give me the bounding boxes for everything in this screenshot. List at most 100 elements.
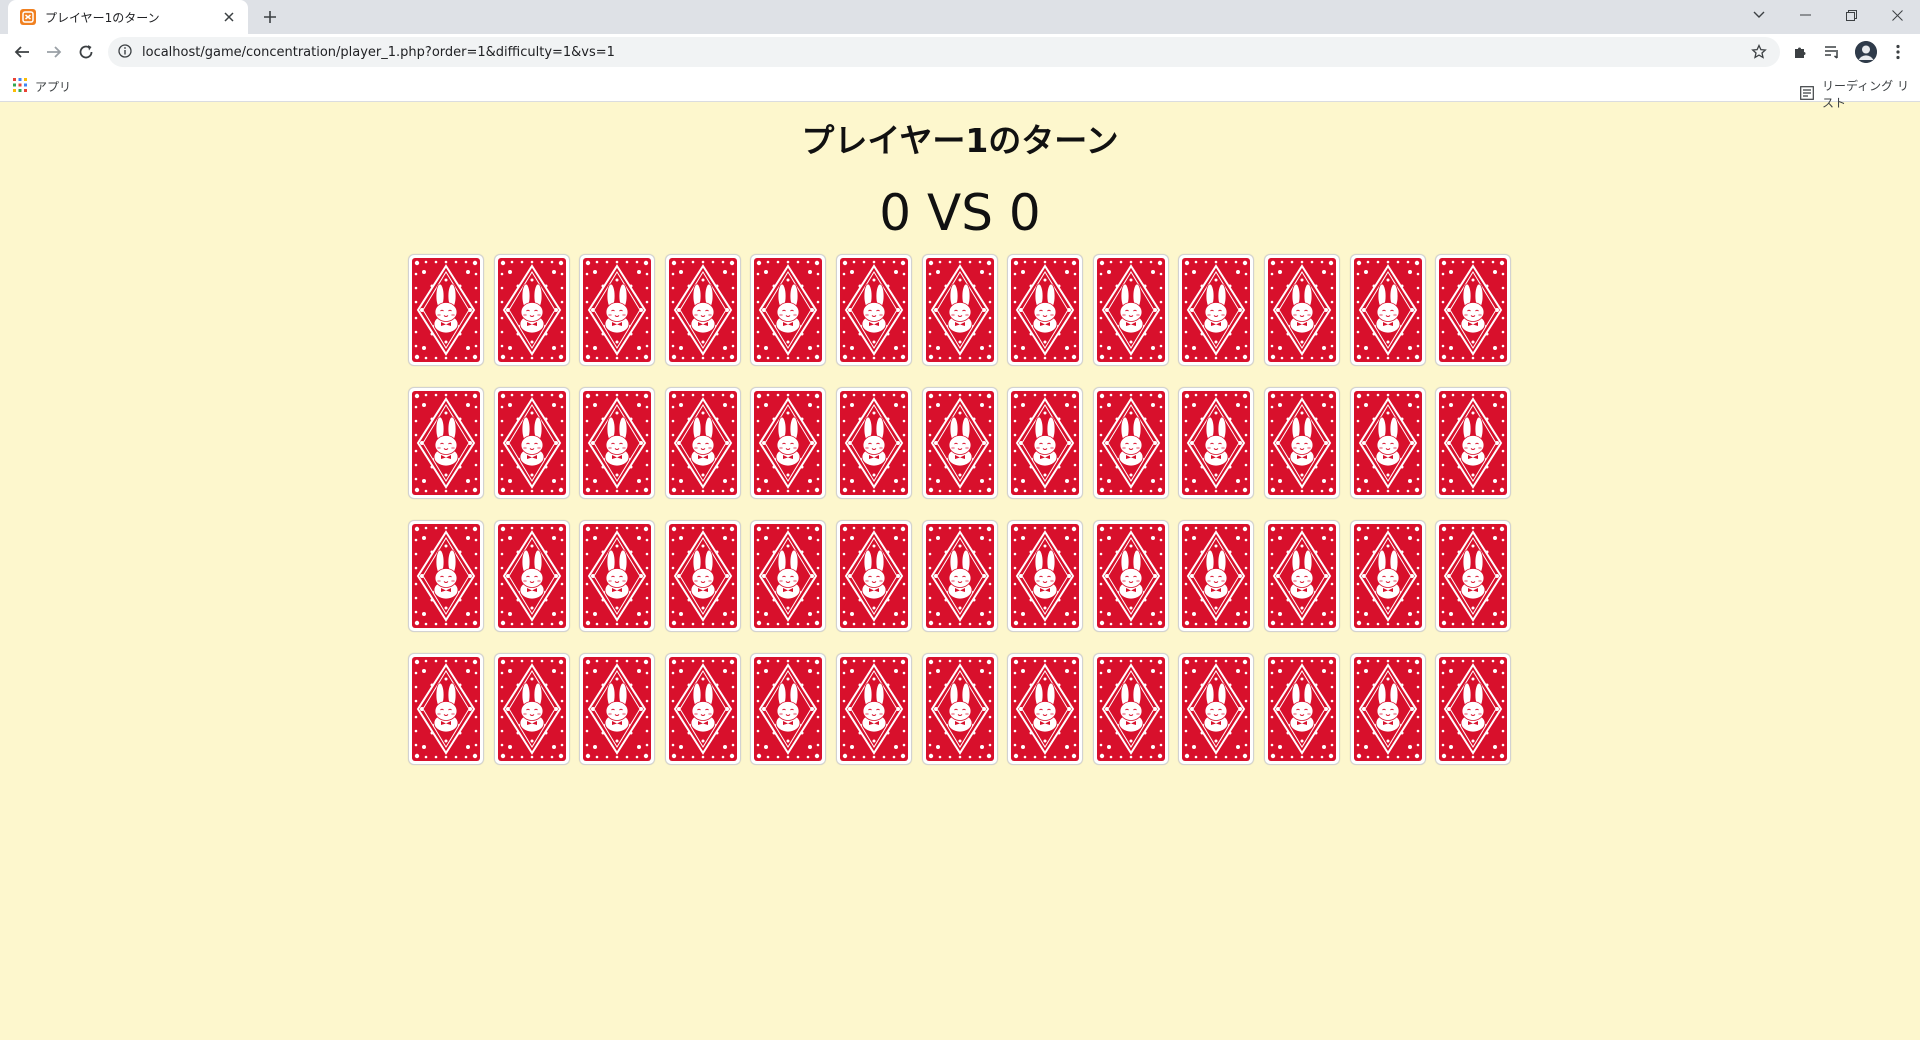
card[interactable]: [1007, 653, 1083, 765]
rabbit-card-back-icon: [412, 524, 480, 628]
rabbit-card-back-icon: [583, 391, 651, 495]
card[interactable]: [665, 254, 741, 366]
reading-mode-icon[interactable]: [1820, 40, 1844, 64]
card[interactable]: [1178, 520, 1254, 632]
tab-title: プレイヤー1のターン: [45, 10, 160, 25]
card[interactable]: [1350, 653, 1426, 765]
bookmark-apps-label: アプリ: [35, 80, 72, 94]
bookmark-star-icon[interactable]: [1748, 41, 1770, 63]
rabbit-card-back-icon: [669, 524, 737, 628]
card[interactable]: [922, 387, 998, 499]
close-window-icon[interactable]: [1874, 0, 1920, 30]
card[interactable]: [836, 387, 912, 499]
rabbit-card-back-icon: [1439, 391, 1507, 495]
profile-avatar[interactable]: [1855, 41, 1877, 63]
extensions-puzzle-icon[interactable]: [1788, 40, 1812, 64]
rabbit-card-back-icon: [754, 524, 822, 628]
address-bar[interactable]: localhost/game/concentration/player_1.ph…: [108, 37, 1780, 67]
card[interactable]: [836, 254, 912, 366]
bookmark-apps[interactable]: アプリ: [13, 77, 71, 96]
card[interactable]: [1350, 254, 1426, 366]
tab-search-chevron-icon[interactable]: [1736, 0, 1782, 30]
rabbit-card-back-icon: [1011, 258, 1079, 362]
bookmarks-bar: アプリ リーディング リスト: [0, 70, 1920, 110]
rabbit-card-back-icon: [1354, 524, 1422, 628]
card[interactable]: [494, 254, 570, 366]
rabbit-card-back-icon: [1011, 524, 1079, 628]
card[interactable]: [922, 653, 998, 765]
rabbit-card-back-icon: [1097, 391, 1165, 495]
card[interactable]: [1178, 387, 1254, 499]
card[interactable]: [922, 254, 998, 366]
rabbit-card-back-icon: [1268, 391, 1336, 495]
card[interactable]: [750, 520, 826, 632]
card[interactable]: [1093, 254, 1169, 366]
card[interactable]: [1264, 653, 1340, 765]
rabbit-card-back-icon: [1182, 657, 1250, 761]
card[interactable]: [750, 387, 826, 499]
card[interactable]: [1093, 387, 1169, 499]
rabbit-card-back-icon: [840, 258, 908, 362]
card[interactable]: [922, 520, 998, 632]
card[interactable]: [1435, 387, 1511, 499]
game-page: プレイヤー1のターン 0 VS 0: [0, 102, 1920, 1040]
card[interactable]: [1435, 653, 1511, 765]
card[interactable]: [1350, 520, 1426, 632]
card[interactable]: [1007, 254, 1083, 366]
site-info-icon[interactable]: [118, 43, 132, 62]
reload-icon[interactable]: [72, 38, 100, 66]
card[interactable]: [836, 520, 912, 632]
rabbit-card-back-icon: [583, 258, 651, 362]
url-text[interactable]: localhost/game/concentration/player_1.ph…: [142, 45, 1748, 60]
minimize-icon[interactable]: [1782, 0, 1828, 30]
card[interactable]: [1264, 520, 1340, 632]
forward-arrow-icon[interactable]: [40, 38, 68, 66]
card[interactable]: [1178, 254, 1254, 366]
card[interactable]: [1178, 653, 1254, 765]
browser-tab[interactable]: プレイヤー1のターン: [8, 0, 248, 34]
card[interactable]: [665, 520, 741, 632]
card[interactable]: [494, 653, 570, 765]
card[interactable]: [665, 653, 741, 765]
card[interactable]: [579, 387, 655, 499]
rabbit-card-back-icon: [926, 524, 994, 628]
card[interactable]: [579, 520, 655, 632]
card[interactable]: [1435, 520, 1511, 632]
card[interactable]: [494, 520, 570, 632]
rabbit-card-back-icon: [1011, 391, 1079, 495]
card[interactable]: [1264, 387, 1340, 499]
card[interactable]: [1093, 520, 1169, 632]
tab-close-icon[interactable]: [220, 8, 238, 26]
card[interactable]: [579, 254, 655, 366]
card[interactable]: [408, 254, 484, 366]
card[interactable]: [579, 653, 655, 765]
rabbit-card-back-icon: [926, 258, 994, 362]
rabbit-card-back-icon: [583, 524, 651, 628]
back-arrow-icon[interactable]: [8, 38, 36, 66]
rabbit-card-back-icon: [412, 391, 480, 495]
rabbit-card-back-icon: [498, 258, 566, 362]
card[interactable]: [408, 653, 484, 765]
menu-dots-icon[interactable]: [1886, 40, 1910, 64]
card[interactable]: [1264, 254, 1340, 366]
card[interactable]: [750, 254, 826, 366]
card[interactable]: [1350, 387, 1426, 499]
new-tab-icon[interactable]: [258, 5, 282, 29]
card[interactable]: [750, 653, 826, 765]
rabbit-card-back-icon: [669, 657, 737, 761]
apps-grid-icon: [13, 77, 27, 96]
score-vs: VS: [927, 184, 993, 242]
card[interactable]: [1007, 520, 1083, 632]
card[interactable]: [1093, 653, 1169, 765]
rabbit-card-back-icon: [1182, 391, 1250, 495]
card[interactable]: [1007, 387, 1083, 499]
card[interactable]: [494, 387, 570, 499]
card[interactable]: [1435, 254, 1511, 366]
restore-icon[interactable]: [1828, 0, 1874, 30]
card[interactable]: [408, 520, 484, 632]
card[interactable]: [408, 387, 484, 499]
rabbit-card-back-icon: [1097, 258, 1165, 362]
rabbit-card-back-icon: [1439, 657, 1507, 761]
card[interactable]: [836, 653, 912, 765]
card[interactable]: [665, 387, 741, 499]
